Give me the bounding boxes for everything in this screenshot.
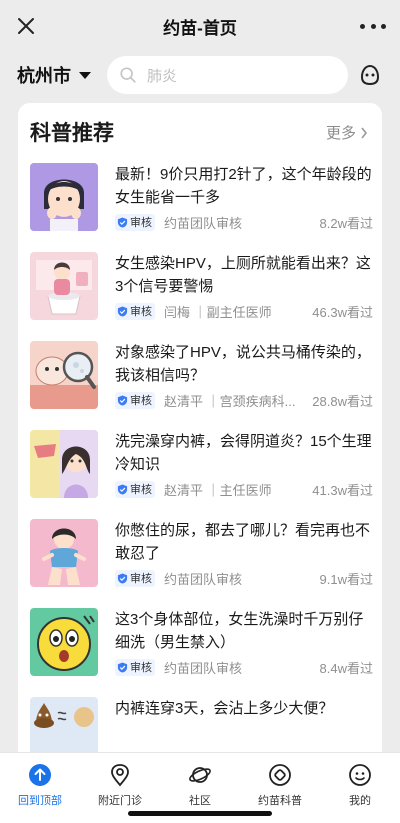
article-title: 洗完澡穿内裤，会得阴道炎？15个生理冷知识 [115, 433, 372, 473]
article-title: 最新！9价只用打2针了，这个年龄段的女生能省一千多 [115, 166, 372, 206]
article-meta: 审核 约苗团队审核 8.4w看过 [115, 658, 373, 676]
planet-icon [189, 767, 211, 783]
chevron-right-icon [361, 127, 368, 138]
article-item[interactable]: 最新！9价只用打2针了，这个年龄段的女生能省一千多 审核 约苗团队审核 8.2w… [18, 163, 382, 251]
badge-label: 审核 [130, 573, 152, 585]
shield-check-icon [117, 216, 128, 228]
home-indicator [128, 811, 272, 816]
page-title: 约苗-首页 [163, 18, 237, 38]
tab-label: 我的 [349, 795, 371, 807]
article-title: 女生感染HPV，上厕所就能看出来？这3个信号要警惕 [115, 255, 371, 295]
article-author: 约苗团队审核 [164, 571, 243, 587]
tab-mine[interactable]: 我的 [320, 763, 400, 808]
tab-label: 回到顶部 [18, 795, 62, 807]
more-label: 更多 [325, 125, 356, 142]
article-author: 闫梅 ｜副主任医师 [164, 304, 272, 320]
shield-check-icon [117, 305, 128, 317]
article-meta: 审核 赵清平 ｜宫颈疾病科... 28.8w看过 [115, 391, 373, 409]
search-row: 杭州市 肺炎 [0, 52, 400, 98]
article-views: 8.4w看过 [319, 661, 373, 676]
arrow-up-circle-icon [29, 764, 51, 786]
badge-label: 审核 [130, 217, 152, 229]
tab-label: 附近门诊 [98, 795, 142, 807]
review-badge: 审核 [115, 569, 155, 587]
article-title: 这3个身体部位，女生洗澡时千万别仔细洗（男生禁入） [115, 611, 364, 651]
article-views: 41.3w看过 [312, 483, 373, 498]
science-recommend-card: 科普推荐 更多 最新！9价只用打2针了，这个年龄段的女生能省一千多 审核 约苗团… [18, 103, 382, 763]
shield-check-icon [117, 572, 128, 584]
customer-service-icon[interactable] [358, 63, 382, 87]
badge-label: 审核 [130, 395, 152, 407]
search-input[interactable]: 肺炎 [107, 56, 348, 94]
card-header: 科普推荐 更多 [18, 103, 382, 159]
shield-check-icon [117, 394, 128, 406]
article-item[interactable]: 女生感染HPV，上厕所就能看出来？这3个信号要警惕 审核 闫梅 ｜副主任医师 4… [18, 252, 382, 340]
article-item[interactable]: 对象感染了HPV，说公共马桶传染的，我该相信吗？ 审核 赵清平 ｜宫颈疾病科..… [18, 341, 382, 429]
close-icon[interactable] [14, 14, 38, 38]
article-title: 你憋住的尿，都去了哪儿？看完再也不敢忍了 [115, 522, 371, 562]
article-title: 内裤连穿3天，会沾上多少大便？ [115, 700, 334, 717]
article-item[interactable]: 洗完澡穿内裤，会得阴道炎？15个生理冷知识 审核 赵清平 ｜主任医师 41.3w… [18, 430, 382, 518]
badge-label: 审核 [130, 306, 152, 318]
article-meta: 审核 闫梅 ｜副主任医师 46.3w看过 [115, 302, 373, 320]
search-icon [120, 67, 136, 83]
review-badge: 审核 [115, 480, 155, 498]
tab-science[interactable]: 约苗科普 [240, 763, 320, 808]
shield-check-icon [117, 661, 128, 673]
caret-down-icon [79, 71, 91, 79]
badge-label: 审核 [130, 484, 152, 496]
article-views: 9.1w看过 [319, 572, 373, 587]
article-author: 约苗团队审核 [164, 215, 243, 231]
article-meta: 审核 赵清平 ｜主任医师 41.3w看过 [115, 480, 373, 498]
top-navbar: 约苗-首页 [0, 0, 400, 52]
smiley-face-icon [349, 764, 371, 786]
tab-label: 约苗科普 [258, 795, 302, 807]
more-options-icon[interactable] [360, 14, 386, 38]
article-thumbnail [30, 163, 98, 231]
article-title: 对象感染了HPV，说公共马桶传染的，我该相信吗？ [115, 344, 371, 384]
location-pin-icon [111, 764, 129, 787]
city-selector[interactable]: 杭州市 [17, 62, 91, 88]
tab-label: 社区 [189, 795, 211, 807]
article-author: 约苗团队审核 [164, 660, 243, 676]
article-views: 8.2w看过 [319, 216, 373, 231]
article-meta: 审核 约苗团队审核 8.2w看过 [115, 213, 373, 231]
article-thumbnail [30, 608, 98, 676]
article-views: 28.8w看过 [312, 394, 373, 409]
article-thumbnail [30, 252, 98, 320]
section-title: 科普推荐 [30, 122, 114, 145]
article-author: 赵清平 ｜宫颈疾病科... [164, 393, 296, 409]
tab-nearby-clinics[interactable]: 附近门诊 [80, 763, 160, 808]
tab-back-to-top[interactable]: 回到顶部 [0, 763, 80, 808]
article-item[interactable]: 你憋住的尿，都去了哪儿？看完再也不敢忍了 审核 约苗团队审核 9.1w看过 [18, 519, 382, 607]
search-placeholder: 肺炎 [147, 67, 178, 85]
article-author: 赵清平 ｜主任医师 [164, 482, 272, 498]
article-thumbnail [30, 430, 98, 498]
review-badge: 审核 [115, 302, 155, 320]
article-item[interactable]: 这3个身体部位，女生洗澡时千万别仔细洗（男生禁入） 审核 约苗团队审核 8.4w… [18, 608, 382, 696]
city-label: 杭州市 [17, 66, 71, 86]
shield-check-icon [117, 483, 128, 495]
review-badge: 审核 [115, 391, 155, 409]
article-views: 46.3w看过 [312, 305, 373, 320]
article-meta: 审核 约苗团队审核 9.1w看过 [115, 569, 373, 587]
tab-community[interactable]: 社区 [160, 763, 240, 808]
compass-icon [269, 764, 291, 786]
article-thumbnail [30, 519, 98, 587]
review-badge: 审核 [115, 658, 155, 676]
more-link[interactable]: 更多 [326, 122, 368, 143]
badge-label: 审核 [130, 662, 152, 674]
article-thumbnail [30, 341, 98, 409]
review-badge: 审核 [115, 213, 155, 231]
